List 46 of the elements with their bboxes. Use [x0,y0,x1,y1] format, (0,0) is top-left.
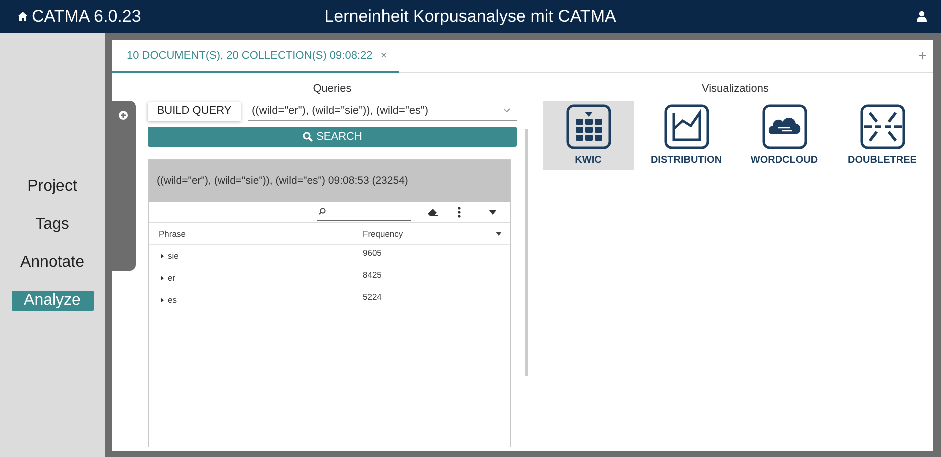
table-cell-text: 8425 [363,270,383,280]
table-cell: es [168,295,177,305]
document-tab[interactable]: 10 DOCUMENT(S), 20 COLLECTION(S) 09:08:22 × [112,50,400,73]
nav-item[interactable]: Tags [30,215,76,235]
add-icon[interactable] [118,111,128,120]
close-tab-button[interactable]: × [380,50,388,62]
wordcloud-icon [762,104,808,150]
kwic-icon [566,104,612,150]
visualization-tile[interactable]: DISTRIBUTION [641,101,732,170]
visualization-tile[interactable]: DOUBLETREE [837,101,928,170]
more-icon[interactable] [458,206,461,218]
app-name[interactable]: CATMA 6.0.23 [32,6,142,26]
expand-icon[interactable] [161,298,164,302]
queries-heading: Queries [312,83,353,95]
scrollbar[interactable] [525,129,528,376]
table-cell: er [168,273,176,283]
table-cell-text: 9605 [363,248,383,258]
caret-icon[interactable] [489,210,497,214]
home-icon[interactable] [18,12,28,21]
chevron-down-icon[interactable] [503,108,511,113]
nav-item[interactable]: Analyze [12,291,94,311]
build-query-button[interactable]: BUILD QUERY [148,102,241,120]
column-header[interactable]: Phrase [159,228,363,238]
side-handle[interactable] [110,101,136,271]
nav-item[interactable]: Annotate [14,253,91,273]
column-header[interactable]: Frequency [363,228,496,238]
table-cell: sie [168,251,179,261]
expand-icon[interactable] [161,276,164,280]
visualizations-heading: Visualizations [700,83,770,95]
caret-icon[interactable] [496,232,502,236]
user-icon[interactable] [917,11,927,22]
visualization-tile[interactable]: WORDCLOUD [739,101,830,170]
search-icon [302,132,313,142]
doubletree-icon [860,104,906,150]
result-title[interactable]: ((wild="er"), (wild="sie")), (wild="es") 09:08:53 (23254) [157,175,408,187]
search-button[interactable]: SEARCH [148,127,517,147]
visualization-tile[interactable]: KWIC [543,101,634,170]
eraser-icon[interactable] [427,208,438,216]
add-tab-button[interactable]: + [918,48,927,64]
query-field[interactable]: ((wild="er"), (wild="sie")), (wild="es") [248,101,517,121]
table-cell-text: 5224 [363,292,383,302]
nav-item[interactable]: Project [22,177,84,197]
expand-icon[interactable] [161,254,164,258]
distribution-icon [664,104,710,150]
search-icon [319,208,326,215]
project-title: Lerneinheit Korpusanalyse mit CATMA [324,6,616,26]
